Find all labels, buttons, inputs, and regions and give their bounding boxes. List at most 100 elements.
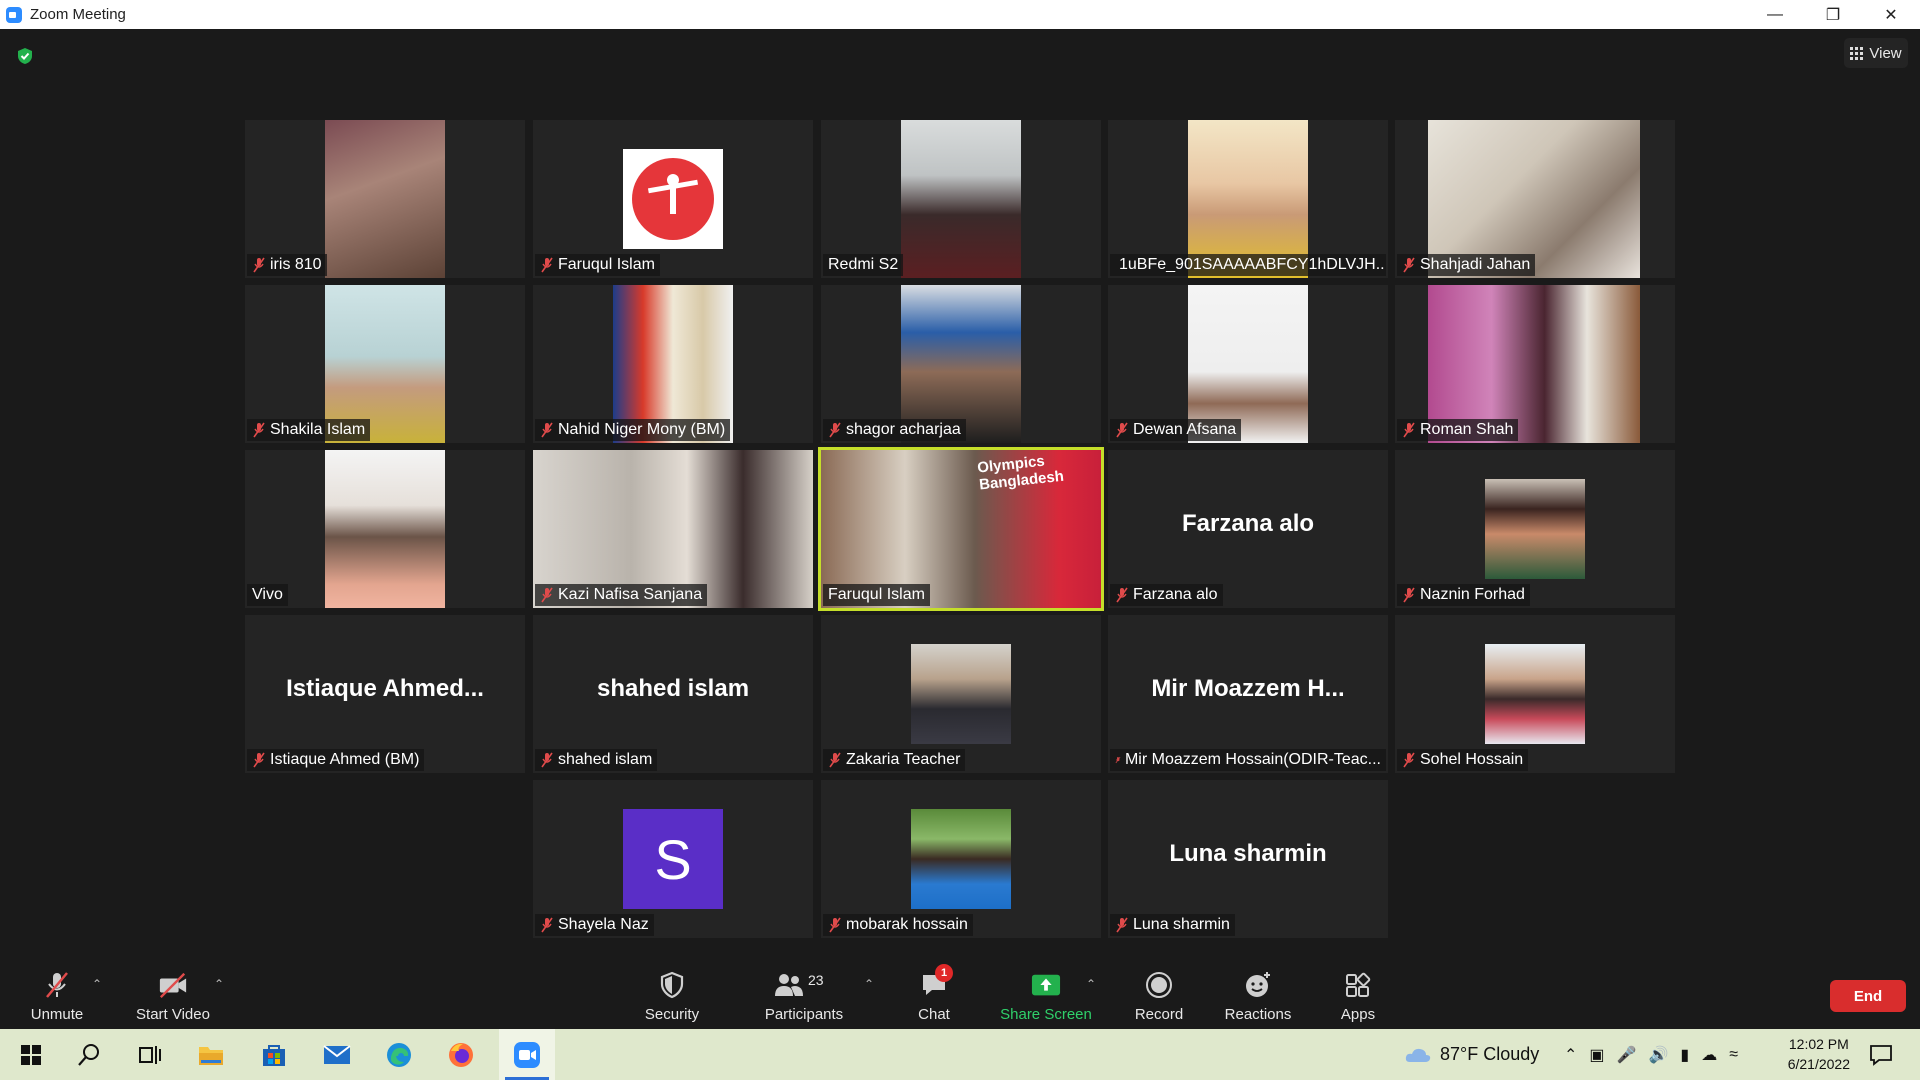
participant-tile[interactable]: shagor acharjaa [821, 285, 1101, 443]
notifications-icon[interactable] [1856, 1029, 1906, 1080]
special-olympics-logo [623, 149, 723, 249]
participant-tile[interactable]: Kazi Nafisa Sanjana [533, 450, 813, 608]
mic-muted-icon [541, 422, 553, 438]
share-screen-button[interactable]: Share Screen [996, 963, 1096, 1029]
zoom-icon[interactable] [499, 1029, 555, 1080]
security-button[interactable]: Security [634, 963, 710, 1029]
name-tag: mobarak hossain [823, 914, 973, 936]
name-tag: Faruqul Islam [823, 584, 930, 606]
restore-icon[interactable]: ❐ [1804, 0, 1862, 29]
participant-tile[interactable]: Vivo [245, 450, 525, 608]
name-tag: Farzana alo [1110, 584, 1223, 606]
participant-tile[interactable]: Farzana alo Farzana alo [1108, 450, 1388, 608]
meeting-area: View iris 810 Faruqul Islam Redmi S2 1uB… [0, 29, 1920, 963]
minimize-icon[interactable]: — [1746, 0, 1804, 29]
participant-video [325, 120, 445, 278]
display-name: shahed islam [596, 675, 750, 702]
weather-text: 87°F Cloudy [1440, 1044, 1540, 1064]
volume-icon[interactable]: 🔊 [1648, 1045, 1668, 1065]
name-tag: Shayela Naz [535, 914, 654, 936]
weather-widget[interactable]: 87°F Cloudy [1404, 1029, 1539, 1080]
onedrive-icon[interactable]: ☁ [1701, 1045, 1717, 1065]
reactions-smiley-icon [1243, 970, 1273, 1000]
wifi-icon[interactable]: ≈ [1729, 1046, 1738, 1064]
clock-time: 12:02 PM [1788, 1036, 1849, 1052]
record-button[interactable]: Record [1126, 963, 1192, 1029]
name-tag: shahed islam [535, 749, 658, 771]
firefox-icon[interactable] [436, 1029, 486, 1080]
participant-tile[interactable]: Naznin Forhad [1395, 450, 1675, 608]
name-tag: Istiaque Ahmed (BM) [247, 749, 425, 771]
participant-tile[interactable]: Dewan Afsana [1108, 285, 1388, 443]
participant-photo [911, 644, 1011, 744]
edge-icon[interactable] [374, 1029, 424, 1080]
participant-tile[interactable]: shahed islam shahed islam [533, 615, 813, 773]
participant-tile[interactable]: Faruqul Islam [533, 120, 813, 278]
participant-video [325, 450, 445, 608]
chat-icon: 1 [919, 964, 953, 1000]
participant-tile[interactable]: Redmi S2 [821, 120, 1101, 278]
task-view-icon[interactable] [124, 1029, 174, 1080]
start-icon[interactable] [6, 1029, 56, 1080]
display-name: Istiaque Ahmed... [286, 675, 484, 702]
mic-muted-icon [541, 257, 553, 273]
name-tag: Nahid Niger Mony (BM) [535, 419, 731, 441]
participant-tile[interactable]: Zakaria Teacher [821, 615, 1101, 773]
end-meeting-button[interactable]: End [1830, 980, 1906, 1012]
participants-options-chevron-icon[interactable]: ⌃ [864, 977, 874, 991]
participant-tile[interactable]: Nahid Niger Mony (BM) [533, 285, 813, 443]
participant-tile[interactable]: S Shayela Naz [533, 780, 813, 938]
security-shield-icon [657, 970, 687, 1000]
chat-button[interactable]: 1 Chat [906, 963, 962, 1029]
share-options-chevron-icon[interactable]: ⌃ [1086, 977, 1096, 991]
participant-tile[interactable]: Shakila Islam [245, 285, 525, 443]
participant-tile[interactable]: Luna sharmin Luna sharmin [1108, 780, 1388, 938]
name-tag: Kazi Nafisa Sanjana [535, 584, 708, 606]
clock-date: 6/21/2022 [1787, 1056, 1850, 1072]
participant-tile[interactable]: Sohel Hossain [1395, 615, 1675, 773]
participant-tile[interactable]: Shahjadi Jahan [1395, 120, 1675, 278]
battery-icon[interactable]: ▮ [1680, 1045, 1689, 1065]
participant-tile[interactable]: Istiaque Ahmed... Istiaque Ahmed (BM) [245, 615, 525, 773]
clock[interactable]: 12:02 PM 6/21/2022 [1788, 1034, 1850, 1074]
mic-muted-icon [1403, 752, 1415, 768]
participant-tile[interactable]: Mir Moazzem H... Mir Moazzem Hossain(ODI… [1108, 615, 1388, 773]
window-title: Zoom Meeting [30, 6, 126, 23]
unmute-button[interactable]: Unmute [18, 963, 96, 1029]
mic-muted-icon [1116, 587, 1128, 603]
participant-tile[interactable]: Roman Shah [1395, 285, 1675, 443]
apps-button[interactable]: Apps [1330, 963, 1386, 1029]
participant-tile[interactable]: iris 810 [245, 120, 525, 278]
record-icon [1144, 970, 1174, 1000]
store-icon[interactable] [249, 1029, 299, 1080]
name-tag: Naznin Forhad [1397, 584, 1530, 606]
zoom-app-icon [6, 6, 22, 23]
display-name: Luna sharmin [1169, 840, 1327, 867]
start-video-button[interactable]: Start Video [130, 963, 216, 1029]
name-tag: Dewan Afsana [1110, 419, 1242, 441]
close-icon[interactable]: ✕ [1862, 0, 1920, 29]
name-tag: Shakila Islam [247, 419, 371, 441]
audio-options-chevron-icon[interactable]: ⌃ [92, 977, 102, 991]
active-speaker-tile[interactable]: Olympics Bangladesh Faruqul Islam [818, 447, 1104, 611]
video-options-chevron-icon[interactable]: ⌃ [214, 977, 224, 991]
share-screen-icon [1031, 970, 1061, 1000]
participant-tile[interactable]: mobarak hossain [821, 780, 1101, 938]
participant-tile[interactable]: 1uBFe_901SAAAAABFCY1hDLVJH... [1108, 120, 1388, 278]
file-explorer-icon[interactable] [186, 1029, 236, 1080]
mic-muted-icon [253, 257, 265, 273]
participants-button[interactable]: 23 Participants [756, 963, 852, 1029]
show-hidden-icons-chevron-icon[interactable]: ⌃ [1564, 1045, 1577, 1065]
name-tag: Luna sharmin [1110, 914, 1235, 936]
video-grid: iris 810 Faruqul Islam Redmi S2 1uBFe_90… [0, 29, 1920, 963]
mail-icon[interactable] [312, 1029, 362, 1080]
reactions-button[interactable]: Reactions [1218, 963, 1298, 1029]
name-tag: Mir Moazzem Hossain(ODIR-Teac... [1110, 749, 1386, 771]
window-controls: — ❐ ✕ [1746, 0, 1920, 29]
mic-muted-icon [829, 752, 841, 768]
microphone-icon[interactable]: 🎤 [1617, 1045, 1637, 1065]
mic-muted-icon [1403, 422, 1415, 438]
search-icon[interactable] [64, 1029, 114, 1080]
meet-now-icon[interactable]: ▣ [1589, 1045, 1604, 1065]
participant-count: 23 [808, 972, 824, 988]
